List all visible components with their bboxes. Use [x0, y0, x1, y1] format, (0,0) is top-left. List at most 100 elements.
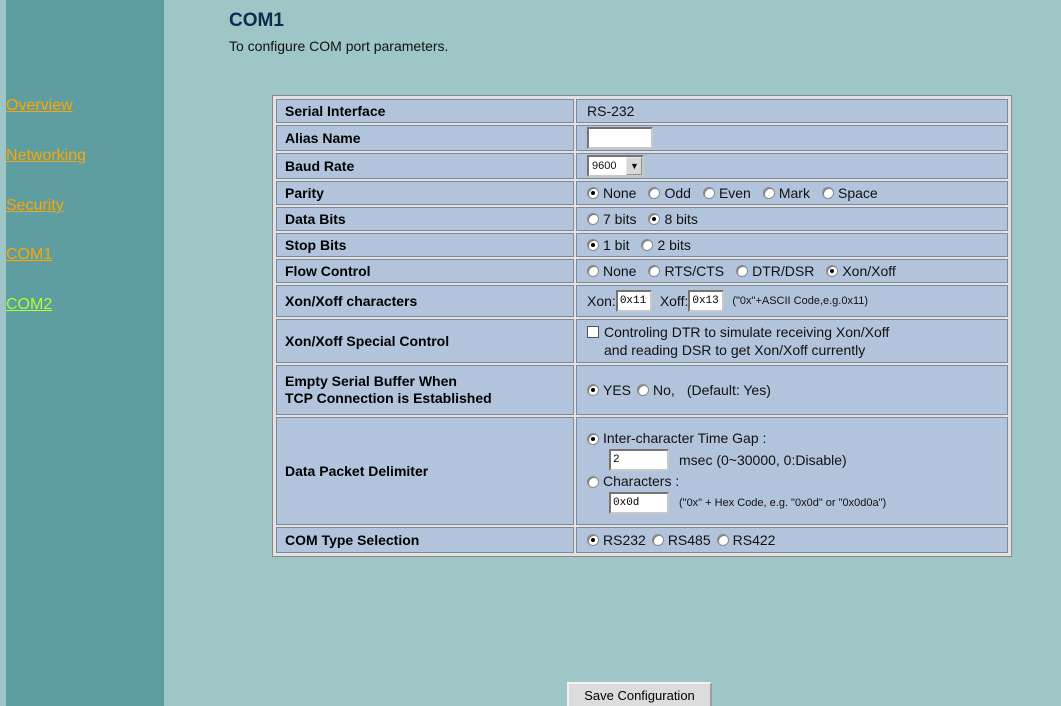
com-type-option-label: RS232: [603, 532, 646, 548]
row-flow-control: Flow Control None RTS/CTS DTR/DSR Xon/Xo…: [276, 259, 1008, 283]
stop-bits-label: Stop Bits: [276, 233, 574, 257]
radio-selected-icon[interactable]: [648, 213, 661, 225]
radio-icon[interactable]: [762, 187, 775, 199]
radio-icon[interactable]: [641, 239, 654, 251]
radio-icon[interactable]: [587, 265, 599, 277]
radio-selected-icon[interactable]: [587, 384, 599, 396]
radio-icon[interactable]: [736, 265, 749, 277]
flow-control-option-label: None: [603, 263, 637, 279]
checkbox-icon[interactable]: [587, 326, 599, 338]
time-gap-line: 2 msec (0~30000, 0:Disable): [587, 449, 847, 471]
row-serial-interface: Serial Interface RS-232: [276, 99, 1008, 123]
com-type-option-rs485[interactable]: RS485: [651, 532, 711, 548]
data-packet-delimiter-cell: Inter-character Time Gap : 2 msec (0~300…: [576, 417, 1008, 525]
parity-cell: None Odd Even Mark Space: [576, 181, 1008, 205]
sidebar-item-networking[interactable]: Networking: [6, 147, 86, 165]
radio-icon[interactable]: [702, 187, 715, 199]
data-bits-label: Data Bits: [276, 207, 574, 231]
radio-icon[interactable]: [587, 475, 599, 488]
empty-buffer-option-yes[interactable]: YES: [587, 382, 631, 398]
row-com-type-selection: COM Type Selection RS232 RS485 RS422: [276, 527, 1008, 553]
radio-icon[interactable]: [648, 265, 661, 277]
delimiter-option-time-gap[interactable]: Inter-character Time Gap :: [587, 428, 766, 449]
radio-icon[interactable]: [648, 187, 661, 199]
empty-serial-buffer-label-line2: TCP Connection is Established: [285, 390, 492, 406]
xon-xoff-characters-cell: Xon: 0x11 Xoff: 0x13 ("0x"+ASCII Code,e.…: [576, 285, 1008, 317]
radio-icon[interactable]: [651, 534, 664, 546]
data-bits-option-label: 7 bits: [603, 211, 637, 227]
parity-option-label: None: [603, 185, 637, 201]
empty-buffer-option-label: No,: [653, 382, 675, 398]
row-data-bits: Data Bits 7 bits 8 bits: [276, 207, 1008, 231]
row-parity: Parity None Odd Even Mark Space: [276, 181, 1008, 205]
row-data-packet-delimiter: Data Packet Delimiter Inter-character Ti…: [276, 417, 1008, 525]
parity-option-odd[interactable]: Odd: [648, 185, 691, 201]
baud-rate-select[interactable]: 9600 ▼: [587, 155, 645, 177]
flow-control-cell: None RTS/CTS DTR/DSR Xon/Xoff: [576, 259, 1008, 283]
baud-rate-cell: 9600 ▼: [576, 153, 1008, 179]
parity-label: Parity: [276, 181, 574, 205]
parity-option-mark[interactable]: Mark: [762, 185, 810, 201]
data-bits-option-7[interactable]: 7 bits: [587, 211, 636, 227]
page-title: COM1: [229, 10, 284, 31]
flow-control-option-rts-cts[interactable]: RTS/CTS: [648, 263, 724, 279]
xon-xoff-special-control-label: Xon/Xoff Special Control: [276, 319, 574, 363]
stop-bits-option-2[interactable]: 2 bits: [641, 237, 691, 253]
sidebar-item-security[interactable]: Security: [6, 197, 64, 215]
save-configuration-button[interactable]: Save Configuration: [567, 682, 712, 706]
characters-line: 0x0d ("0x" + Hex Code, e.g. "0x0d" or "0…: [587, 492, 886, 514]
radio-selected-icon[interactable]: [826, 265, 839, 277]
radio-selected-icon[interactable]: [587, 534, 599, 546]
empty-buffer-option-no[interactable]: No,: [637, 382, 675, 398]
empty-serial-buffer-cell: YES No, (Default: Yes): [576, 365, 1008, 415]
sidebar-item-com2[interactable]: COM2: [6, 296, 52, 314]
flow-control-label: Flow Control: [276, 259, 574, 283]
xon-xoff-hint: ("0x"+ASCII Code,e.g.0x11): [732, 295, 869, 307]
xoff-label: Xoff:: [659, 293, 689, 309]
stop-bits-option-1[interactable]: 1 bit: [587, 237, 629, 253]
com-type-option-label: RS485: [667, 532, 711, 548]
characters-input[interactable]: 0x0d: [609, 492, 669, 514]
sidebar-item-overview[interactable]: Overview: [6, 97, 73, 115]
data-bits-option-8[interactable]: 8 bits: [648, 211, 698, 227]
stop-bits-option-label: 2 bits: [657, 237, 691, 253]
flow-control-option-xon-xoff[interactable]: Xon/Xoff: [826, 263, 896, 279]
parity-option-even[interactable]: Even: [702, 185, 751, 201]
delimiter-option-label: Characters :: [603, 473, 680, 489]
radio-icon[interactable]: [637, 384, 650, 396]
row-alias-name: Alias Name: [276, 125, 1008, 151]
radio-icon[interactable]: [821, 187, 834, 199]
radio-icon[interactable]: [716, 534, 729, 546]
delimiter-option-characters[interactable]: Characters :: [587, 471, 679, 492]
parity-option-none[interactable]: None: [587, 185, 636, 201]
com-type-option-label: RS422: [732, 532, 776, 548]
radio-selected-icon[interactable]: [587, 239, 599, 251]
xoff-input[interactable]: 0x13: [688, 290, 725, 312]
special-control-text-line2: and reading DSR to get Xon/Xoff currentl…: [604, 342, 866, 358]
radio-selected-icon[interactable]: [587, 187, 599, 199]
alias-name-label: Alias Name: [276, 125, 574, 151]
com-type-option-rs232[interactable]: RS232: [587, 532, 646, 548]
stop-bits-option-label: 1 bit: [603, 237, 630, 253]
xon-input[interactable]: 0x11: [615, 290, 652, 312]
row-empty-serial-buffer: Empty Serial Buffer When TCP Connection …: [276, 365, 1008, 415]
serial-interface-label: Serial Interface: [276, 99, 574, 123]
flow-control-option-label: DTR/DSR: [752, 263, 815, 279]
com-type-selection-cell: RS232 RS485 RS422: [576, 527, 1008, 553]
row-xon-xoff-special-control: Xon/Xoff Special Control Controling DTR …: [276, 319, 1008, 363]
time-gap-unit: msec (0~30000, 0:Disable): [679, 451, 847, 468]
com-type-option-rs422[interactable]: RS422: [716, 532, 776, 548]
sidebar-item-com1[interactable]: COM1: [6, 246, 52, 264]
dropdown-arrow-icon[interactable]: ▼: [626, 157, 643, 175]
parity-option-space[interactable]: Space: [821, 185, 878, 201]
time-gap-input[interactable]: 2: [609, 449, 669, 471]
row-stop-bits: Stop Bits 1 bit 2 bits: [276, 233, 1008, 257]
flow-control-option-none[interactable]: None: [587, 263, 636, 279]
radio-selected-icon[interactable]: [587, 432, 599, 445]
sidebar: Overview Networking Security COM1 COM2: [6, 0, 164, 706]
radio-icon[interactable]: [587, 213, 599, 225]
baud-rate-selected-value: 9600: [592, 160, 617, 172]
flow-control-option-dtr-dsr[interactable]: DTR/DSR: [736, 263, 814, 279]
config-table: Serial Interface RS-232 Alias Name Baud …: [272, 95, 1012, 557]
alias-name-input[interactable]: [587, 127, 653, 149]
